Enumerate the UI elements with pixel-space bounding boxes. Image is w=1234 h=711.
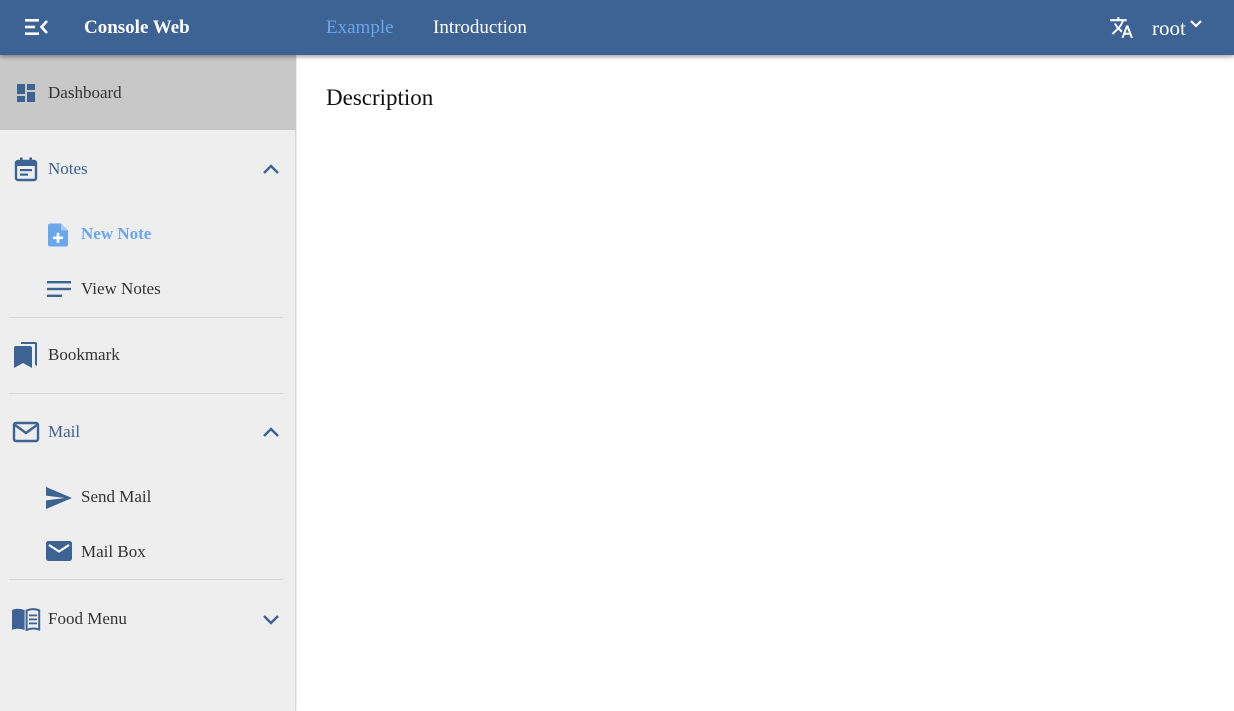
user-name: root	[1152, 16, 1186, 40]
calendar-note-icon	[14, 157, 38, 182]
sidebar-item-label: New Note	[81, 224, 152, 243]
tab-introduction[interactable]: Introduction	[433, 16, 527, 40]
send-icon	[46, 487, 72, 509]
chevron-down-icon	[1190, 20, 1202, 28]
top-app-bar: Console Web Example Introduction root	[0, 0, 1234, 55]
sidebar-item-dashboard[interactable]: Dashboard	[0, 55, 296, 130]
list-lines-icon	[47, 281, 71, 297]
sidebar-item-label: Notes	[48, 159, 88, 178]
app-title: Console Web	[84, 17, 190, 38]
sidebar: Dashboard Notes New Note View Notes Book…	[0, 55, 296, 711]
sidebar-item-send-mail[interactable]: Send Mail	[0, 470, 296, 525]
sidebar-item-food-menu[interactable]: Food Menu	[0, 580, 296, 657]
sidebar-item-label: Dashboard	[48, 83, 122, 102]
sidebar-item-bookmark[interactable]: Bookmark	[0, 318, 296, 393]
user-menu[interactable]: root	[1152, 15, 1203, 41]
chevron-up-icon[interactable]	[261, 159, 281, 179]
sidebar-item-new-note[interactable]: New Note	[0, 204, 296, 264]
sidebar-item-view-notes[interactable]: View Notes	[0, 264, 296, 317]
mail-outline-icon	[12, 421, 40, 443]
note-add-icon	[48, 223, 68, 247]
dashboard-icon	[17, 84, 35, 102]
sidebar-item-label: Mail Box	[81, 542, 146, 561]
page-title: Description	[326, 85, 434, 110]
menu-book-icon	[12, 608, 41, 631]
translate-icon[interactable]	[1109, 15, 1134, 40]
chevron-up-icon[interactable]	[261, 422, 281, 442]
bookmark-icon	[14, 342, 37, 368]
sidebar-item-notes[interactable]: Notes	[0, 134, 296, 204]
sidebar-item-label: Send Mail	[81, 487, 152, 506]
sidebar-item-label: View Notes	[81, 279, 161, 298]
main-content: Description	[297, 55, 1234, 711]
tab-example[interactable]: Example	[326, 16, 394, 40]
sidebar-item-label: Food Menu	[48, 609, 127, 628]
mail-icon	[46, 541, 72, 561]
sidebar-item-label: Mail	[48, 422, 81, 441]
sidebar-item-mail[interactable]: Mail	[0, 394, 296, 470]
menu-collapse-icon[interactable]	[24, 16, 50, 38]
sidebar-item-mail-box[interactable]: Mail Box	[0, 525, 296, 579]
sidebar-item-label: Bookmark	[48, 345, 120, 364]
chevron-down-icon[interactable]	[261, 609, 281, 629]
